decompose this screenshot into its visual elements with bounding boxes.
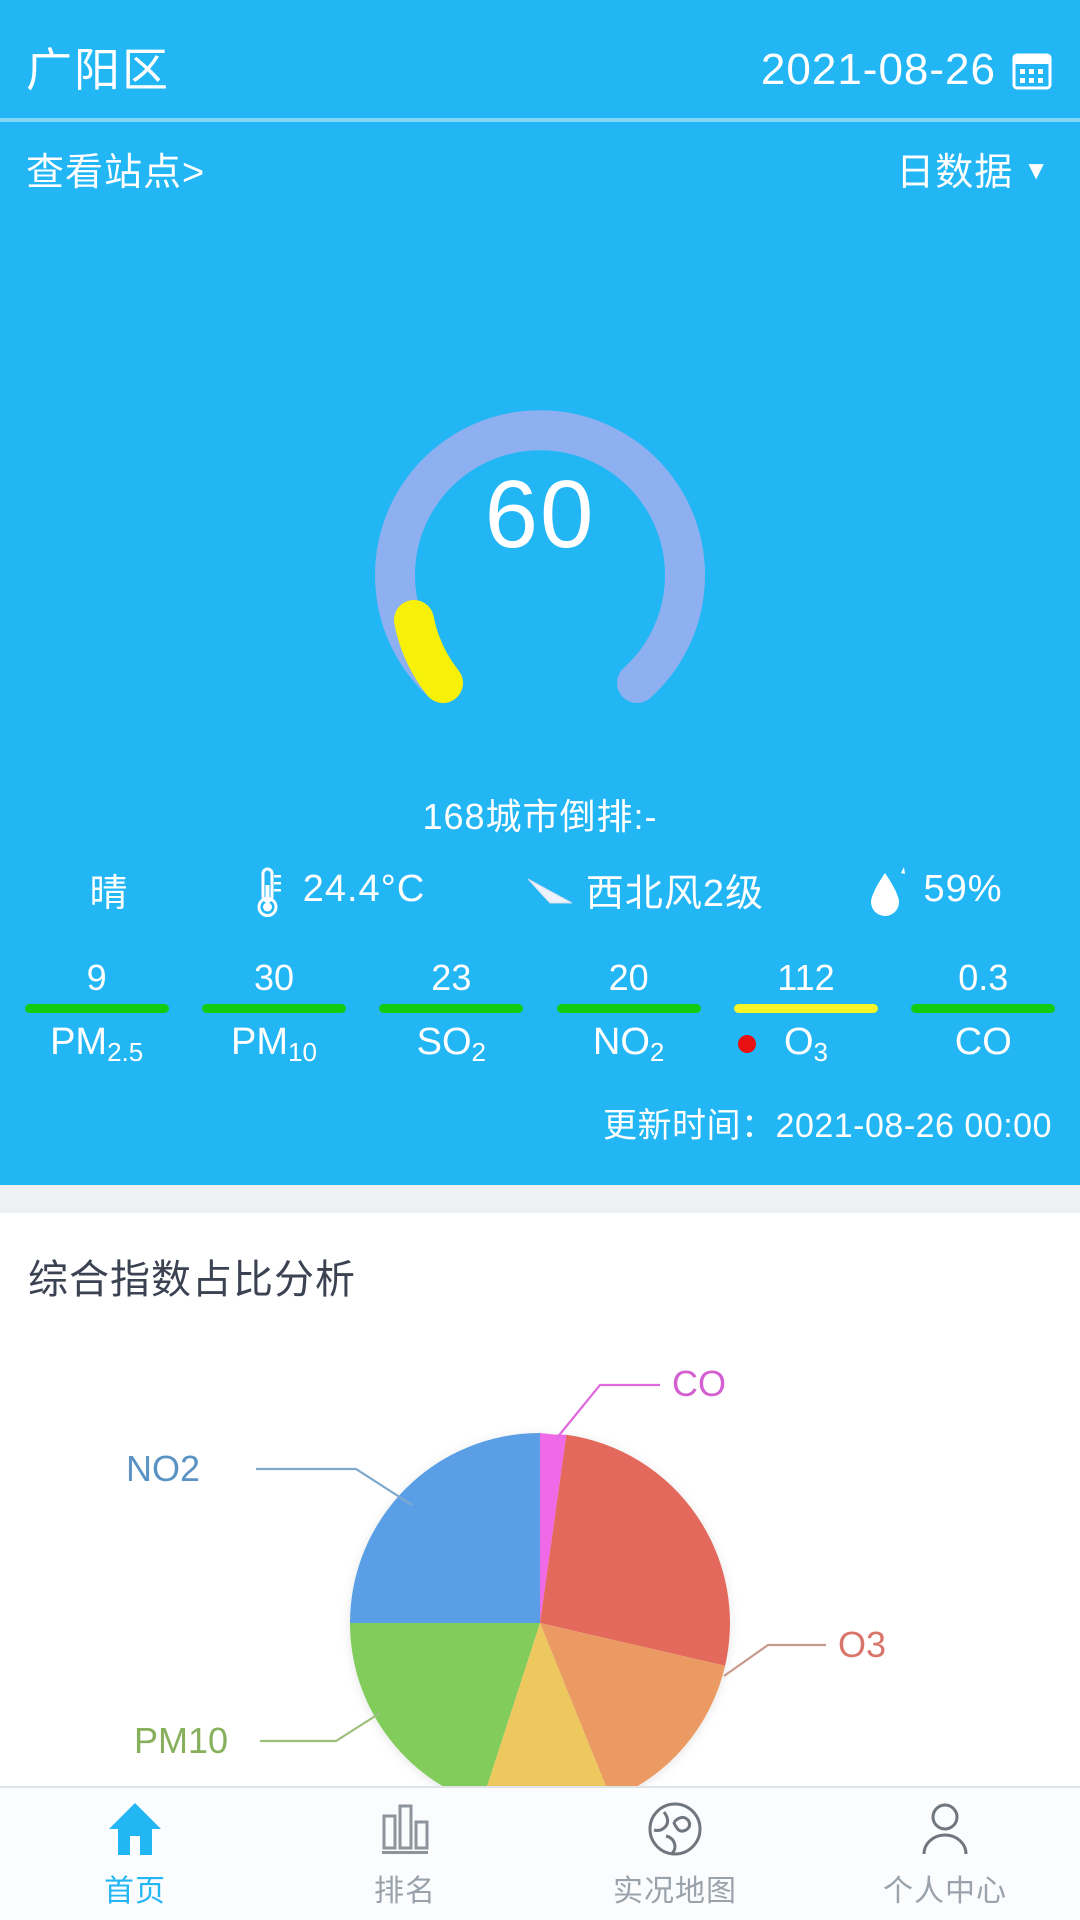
bottom-tab-bar: 首页 排名 实况地图 个人中心 bbox=[0, 1786, 1080, 1920]
pie-label-co: CO bbox=[672, 1363, 726, 1404]
sub-bar: 查看站点> 日数据 ▼ bbox=[0, 122, 1080, 214]
pollutant-level-bar bbox=[201, 1004, 346, 1013]
globe-icon bbox=[644, 1798, 706, 1860]
tab-live-map[interactable]: 实况地图 bbox=[540, 1798, 810, 1910]
title-bar: 广阳区 2021-08-26 bbox=[0, 22, 1080, 118]
pollutant-label: CO bbox=[954, 1021, 1012, 1063]
date-text: 2021-08-26 bbox=[760, 45, 996, 94]
weather-sky: 晴 bbox=[28, 862, 190, 917]
weather-temperature: 24.4°C bbox=[190, 861, 476, 917]
thermometer-icon bbox=[241, 863, 293, 919]
pollutant-level-bar bbox=[24, 1004, 169, 1013]
pollutant-no2: 20 NO2 bbox=[540, 957, 717, 1067]
pollutant-label: NO2 bbox=[592, 1021, 665, 1067]
tab-label: 实况地图 bbox=[613, 1875, 737, 1908]
period-label: 日数据 bbox=[896, 151, 1014, 194]
pollutant-co: 0.3 CO bbox=[895, 960, 1072, 1061]
weather-humidity: 59% bbox=[812, 861, 1052, 917]
pollutant-value: 20 bbox=[608, 957, 649, 998]
weather-sky-label: 晴 bbox=[89, 872, 129, 915]
pollutant-label: O3 bbox=[737, 1023, 828, 1065]
pie-chart-svg: CO O3 PM10 NO2 bbox=[126, 1363, 886, 1786]
pollutant-label: PM10 bbox=[231, 1021, 317, 1067]
status-bar bbox=[0, 0, 1080, 22]
pie-leader-co bbox=[555, 1383, 660, 1440]
aqi-hero-panel: 广阳区 2021-08-26 查看站点> 日数据 ▼ 60 168城市倒排:- … bbox=[0, 0, 1080, 1185]
person-icon bbox=[914, 1798, 976, 1860]
pollutant-pm25: 9 PM2.5 bbox=[8, 957, 185, 1067]
primary-pollutant-dot bbox=[737, 1035, 756, 1053]
view-stations-link[interactable]: 查看站点> bbox=[26, 141, 205, 196]
period-selector[interactable]: 日数据 ▼ bbox=[896, 141, 1050, 196]
humidity-value: 59% bbox=[923, 867, 1003, 910]
pie-slice-no2 bbox=[350, 1433, 540, 1623]
pie-label-no2: NO2 bbox=[126, 1448, 200, 1489]
composite-index-card: 综合指数占比分析 CO O3 PM10 NO2 bbox=[0, 1213, 1080, 1786]
tab-label: 排名 bbox=[374, 1875, 436, 1908]
city-rank-text: 168城市倒排:- bbox=[422, 796, 658, 837]
pollutant-label: PM2.5 bbox=[50, 1021, 144, 1067]
date-picker[interactable]: 2021-08-26 bbox=[761, 48, 1052, 92]
pollutant-value: 30 bbox=[253, 957, 295, 998]
pie-leader-o3 bbox=[723, 1643, 826, 1677]
pollutant-level-bar bbox=[379, 1004, 524, 1013]
pie-leader-pm10 bbox=[260, 1712, 381, 1743]
bar-chart-icon bbox=[374, 1798, 436, 1860]
calendar-icon bbox=[1012, 50, 1052, 90]
water-drop-icon bbox=[861, 863, 913, 919]
aqi-gauge: 60 bbox=[0, 300, 1080, 720]
pollutant-value: 23 bbox=[431, 957, 472, 998]
page-title: 广阳区 bbox=[26, 44, 170, 96]
tab-home[interactable]: 首页 bbox=[0, 1798, 270, 1910]
section-gap bbox=[0, 1185, 1080, 1213]
pollutant-level-bar bbox=[556, 1004, 701, 1013]
wind-direction-icon bbox=[524, 863, 576, 919]
pie-label-pm10: PM10 bbox=[134, 1720, 228, 1761]
chevron-down-icon: ▼ bbox=[1023, 155, 1050, 185]
pollutant-o3: 112 O3 bbox=[717, 957, 894, 1065]
weather-wind: 西北风2级 bbox=[476, 861, 812, 917]
pollutant-value: 0.3 bbox=[958, 957, 1009, 998]
pie-label-o3: O3 bbox=[838, 1624, 886, 1665]
pollutant-level-bar bbox=[911, 1004, 1056, 1013]
pie-chart: CO O3 PM10 NO2 bbox=[0, 1293, 1080, 1786]
tab-ranking[interactable]: 排名 bbox=[270, 1798, 540, 1910]
pie-slices bbox=[350, 1433, 730, 1786]
pollutant-so2: 23 SO2 bbox=[363, 957, 540, 1067]
home-icon bbox=[104, 1798, 166, 1860]
pollutant-label: SO2 bbox=[416, 1021, 486, 1067]
pollutant-value: 112 bbox=[777, 957, 835, 998]
pie-leader-no2 bbox=[256, 1467, 413, 1506]
pollutant-row: 9 PM2.5 30 PM10 23 SO2 20 NO2 112 O3 0.3… bbox=[0, 960, 1080, 1090]
update-time: 更新时间：2021-08-26 00:00 bbox=[603, 1107, 1052, 1145]
tab-label: 个人中心 bbox=[883, 1875, 1007, 1908]
tab-profile[interactable]: 个人中心 bbox=[810, 1798, 1080, 1910]
pollutant-pm10: 30 PM10 bbox=[185, 957, 362, 1067]
aqi-value: 60 bbox=[484, 461, 596, 568]
pollutant-level-bar bbox=[733, 1004, 878, 1013]
pollutant-value: 9 bbox=[86, 957, 107, 998]
wind-value: 西北风2级 bbox=[585, 872, 765, 915]
tab-label: 首页 bbox=[104, 1875, 166, 1908]
app-screen: 广阳区 2021-08-26 查看站点> 日数据 ▼ 60 168城市倒排:- … bbox=[0, 0, 1080, 1920]
weather-row: 晴 24.4°C 西北风2级 59% bbox=[0, 850, 1080, 928]
temperature-value: 24.4°C bbox=[302, 867, 426, 910]
